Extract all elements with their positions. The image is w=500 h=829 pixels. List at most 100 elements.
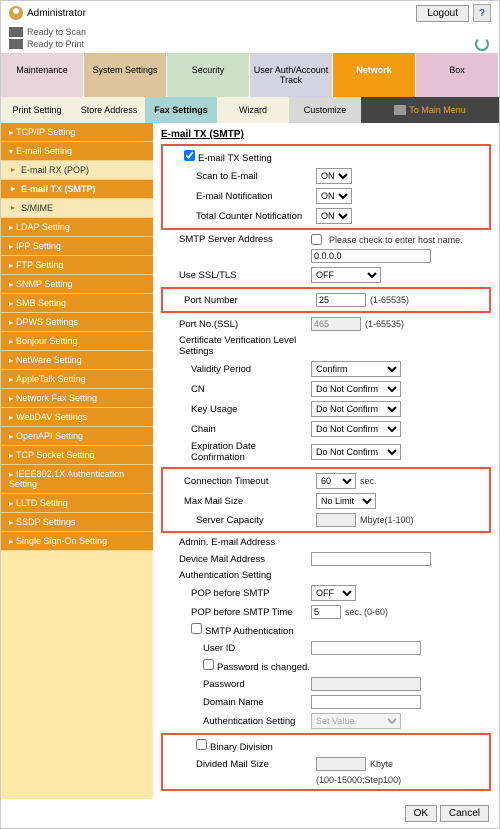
cn-select[interactable]: Do Not Confirm <box>311 381 401 397</box>
div-mail-label: Divided Mail Size <box>166 759 316 770</box>
email-notif-select[interactable]: ON <box>316 188 352 204</box>
tab-network[interactable]: Network <box>333 53 416 97</box>
tab-security[interactable]: Security <box>167 53 250 97</box>
scan-email-label: Scan to E-mail <box>166 171 316 182</box>
device-email-field[interactable] <box>311 552 431 566</box>
sidebar-email-rx[interactable]: E-mail RX (POP) <box>1 161 153 180</box>
sidebar-webdav[interactable]: WebDAV Settings <box>1 408 153 427</box>
sidebar-ipp[interactable]: IPP Setting <box>1 237 153 256</box>
sidebar-bonjour[interactable]: Bonjour Setting <box>1 332 153 351</box>
conn-timeout-select[interactable]: 60 <box>316 473 356 489</box>
pwd-label: Password <box>161 679 311 690</box>
user-id-label: User ID <box>161 643 311 654</box>
sidebar-tcpsocket[interactable]: TCP Socket Setting <box>1 446 153 465</box>
admin-icon <box>9 6 23 20</box>
host-check[interactable] <box>311 234 322 245</box>
key-usage-select[interactable]: Do Not Confirm <box>311 401 401 417</box>
auth-set-select: Set Value <box>311 713 401 729</box>
use-ssl-label: Use SSL/TLS <box>161 270 311 281</box>
status-print: Ready to Print <box>9 39 491 49</box>
subtab-print[interactable]: Print Setting <box>1 97 73 123</box>
auth-set-label: Authentication Setting <box>161 716 311 727</box>
sidebar-ldap[interactable]: LDAP Setting <box>1 218 153 237</box>
sidebar-sso[interactable]: Single Sign-On Setting <box>1 532 153 551</box>
content-title: E-mail TX (SMTP) <box>161 129 491 140</box>
admin-email-label: Admin. E-mail Address <box>161 537 311 548</box>
admin-label: Administrator <box>27 8 86 19</box>
domain-label: Domain Name <box>161 697 311 708</box>
validity-label: Validity Period <box>161 364 311 375</box>
chain-select[interactable]: Do Not Confirm <box>311 421 401 437</box>
pwd-changed-check[interactable] <box>203 659 214 670</box>
cert-level-label: Certificate Verification Level Settings <box>161 335 311 357</box>
sidebar-tcpip[interactable]: TCP/IP Setting <box>1 123 153 142</box>
device-email-label: Device Mail Address <box>161 554 311 565</box>
menu-icon <box>394 105 406 115</box>
sidebar-ssdp[interactable]: SSDP Settings <box>1 513 153 532</box>
total-counter-label: Total Counter Notification <box>166 211 316 222</box>
smtp-auth-check[interactable] <box>191 623 202 634</box>
srv-cap-label: Server Capacity <box>166 515 316 526</box>
sidebar-ieee8021x[interactable]: IEEE802.1X Authentication Setting <box>1 465 153 494</box>
smtp-addr-label: SMTP Server Address <box>161 234 311 245</box>
user-id-field[interactable] <box>311 641 421 655</box>
validity-select[interactable]: Confirm <box>311 361 401 377</box>
auth-setting-label: Authentication Setting <box>161 570 311 581</box>
port-ssl-label: Port No.(SSL) <box>161 319 311 330</box>
sidebar-snmp[interactable]: SNMP Setting <box>1 275 153 294</box>
binary-div-check[interactable] <box>196 739 207 750</box>
sidebar-email-tx[interactable]: E-mail TX (SMTP) <box>1 180 153 199</box>
port-ssl-field <box>311 317 361 331</box>
chain-label: Chain <box>161 424 311 435</box>
logout-button[interactable]: Logout <box>416 5 469 22</box>
sidebar-email[interactable]: E-mail Setting <box>1 142 153 161</box>
status-scan: Ready to Scan <box>9 27 491 37</box>
scanner-icon <box>9 27 23 37</box>
pop-before-select[interactable]: OFF <box>311 585 356 601</box>
tab-user-auth[interactable]: User Auth/Account Track <box>250 53 333 97</box>
printer-icon <box>9 39 23 49</box>
srv-cap-field <box>316 513 356 527</box>
cancel-button[interactable]: Cancel <box>440 805 489 822</box>
tab-maintenance[interactable]: Maintenance <box>1 53 84 97</box>
sidebar-smb[interactable]: SMB Setting <box>1 294 153 313</box>
scan-email-select[interactable]: ON <box>316 168 352 184</box>
pwd-field <box>311 677 421 691</box>
sidebar-appletalk[interactable]: AppleTalk Setting <box>1 370 153 389</box>
tab-box[interactable]: Box <box>416 53 499 97</box>
use-ssl-select[interactable]: OFF <box>311 267 381 283</box>
key-usage-label: Key Usage <box>161 404 311 415</box>
help-icon[interactable]: ? <box>473 4 491 22</box>
tab-system-settings[interactable]: System Settings <box>84 53 167 97</box>
refresh-icon[interactable] <box>475 37 489 51</box>
cn-label: CN <box>161 384 311 395</box>
sidebar-netware[interactable]: NetWare Setting <box>1 351 153 370</box>
ok-button[interactable]: OK <box>405 805 437 822</box>
conn-timeout-label: Connection Timeout <box>166 476 316 487</box>
domain-field[interactable] <box>311 695 421 709</box>
subtab-customize[interactable]: Customize <box>289 97 361 123</box>
sidebar-dpws[interactable]: DPWS Settings <box>1 313 153 332</box>
sidebar-lltd[interactable]: LLTD Setting <box>1 494 153 513</box>
pop-before-label: POP before SMTP <box>161 588 311 599</box>
pop-time-field[interactable] <box>311 605 341 619</box>
sidebar-openapi[interactable]: OpenAPI Setting <box>1 427 153 446</box>
total-counter-select[interactable]: ON <box>316 208 352 224</box>
div-mail-field <box>316 757 366 771</box>
pop-time-label: POP before SMTP Time <box>161 607 311 618</box>
port-num-field[interactable] <box>316 293 366 307</box>
exp-date-label: Expiration Date Confirmation <box>161 441 311 463</box>
subtab-wizard[interactable]: Wizard <box>217 97 289 123</box>
subtab-store[interactable]: Store Address <box>73 97 145 123</box>
sidebar-ftp[interactable]: FTP Setting <box>1 256 153 275</box>
exp-date-select[interactable]: Do Not Confirm <box>311 444 401 460</box>
max-mail-select[interactable]: No Limit <box>316 493 376 509</box>
subtab-fax[interactable]: Fax Settings <box>145 97 217 123</box>
smtp-host-field[interactable] <box>311 249 431 263</box>
subtab-main-menu[interactable]: To Main Menu <box>361 97 499 123</box>
port-num-label: Port Number <box>166 295 316 306</box>
sidebar-smime[interactable]: S/MIME <box>1 199 153 218</box>
email-tx-checkbox[interactable] <box>184 150 195 161</box>
email-notif-label: E-mail Notification <box>166 191 316 202</box>
sidebar-networkfax[interactable]: Network Fax Setting <box>1 389 153 408</box>
